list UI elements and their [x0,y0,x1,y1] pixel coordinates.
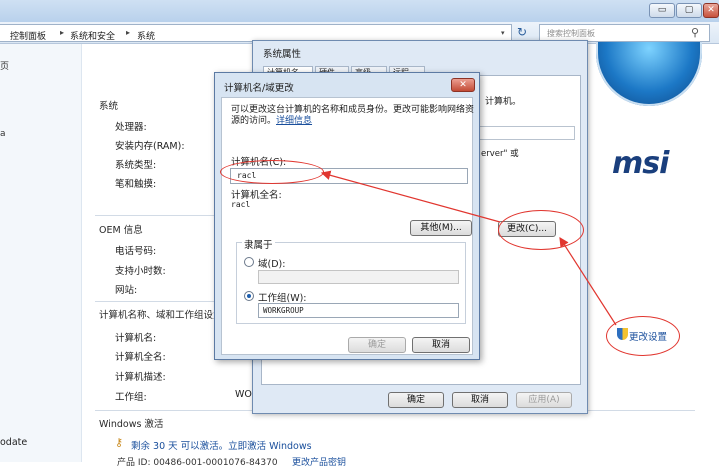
arrow-to-name [320,170,501,223]
annotation-arrows [320,170,617,326]
arrow-to-change [559,236,617,326]
